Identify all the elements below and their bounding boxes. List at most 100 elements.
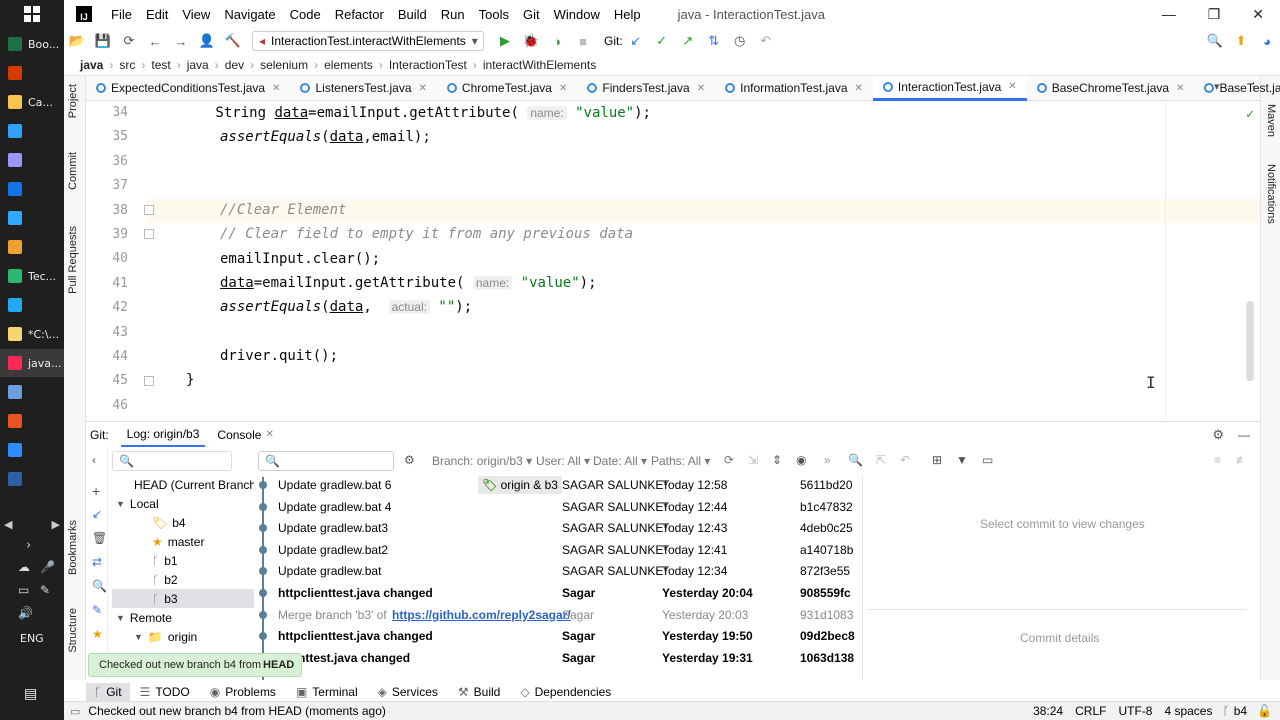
breadcrumb-item[interactable]: dev — [219, 58, 250, 72]
taskbar-app[interactable]: java... — [0, 349, 64, 377]
caret-position[interactable]: 38:24 — [1033, 704, 1063, 718]
menu-run[interactable]: Run — [434, 7, 472, 22]
tab-interactiontest[interactable]: InteractionTest.java ✕ — [872, 75, 1027, 101]
volume-icon[interactable]: 🔊 — [18, 606, 33, 620]
tab-basechrometest[interactable]: BaseChromeTest.java ✕ — [1027, 76, 1195, 101]
close-tab-icon[interactable]: ✕ — [559, 83, 567, 94]
tab-console[interactable]: Console — [217, 428, 261, 442]
tab-chrometest[interactable]: ChromeTest.java ✕ — [437, 76, 577, 101]
tool-tab-services[interactable]: ◈ Services — [368, 685, 448, 699]
chevron-right-icon[interactable]: › — [26, 538, 31, 553]
microphone-icon[interactable]: 🎤 — [40, 560, 55, 574]
tool-tab-problems[interactable]: ◉ Problems — [200, 685, 286, 699]
diff-icon[interactable]: ⇱ — [876, 453, 886, 467]
breadcrumb-item[interactable]: selenium — [254, 58, 314, 72]
tabs-dropdown-icon[interactable]: ▾ — [1214, 80, 1220, 93]
tool-tab-terminal[interactable]: ▣ Terminal — [286, 685, 368, 699]
taskbar-app[interactable]: Tec... — [0, 262, 64, 290]
commit-row[interactable]: httpclienttest.java changed Sagar Yesterda… — [256, 626, 866, 647]
history-icon[interactable]: ◷ — [727, 33, 753, 49]
open-folder-icon[interactable]: 📂 — [64, 33, 90, 49]
collapse-icon[interactable]: ⇕ — [772, 453, 782, 467]
commit-row[interactable]: Update gradlew.bat3 SAGAR SALUNKE* Today 1… — [256, 518, 866, 539]
revert-icon[interactable]: ↶ — [900, 453, 910, 467]
menu-code[interactable]: Code — [283, 7, 328, 22]
tab-expectedconditionstest[interactable]: ExpectedConditionsTest.java ✕ — [86, 76, 290, 101]
close-tab-icon[interactable]: ✕ — [1008, 81, 1016, 92]
taskbar-app[interactable]: *C:\... — [0, 320, 64, 348]
structure-tool-button[interactable]: Structure — [67, 608, 79, 653]
taskbar-app[interactable]: Boo... — [0, 30, 64, 58]
more-icon[interactable]: » — [824, 453, 831, 467]
breadcrumb-item[interactable]: interactWithElements — [477, 58, 602, 72]
taskbar-scroll[interactable]: ◀ ▶ — [0, 518, 64, 534]
taskbar-app[interactable] — [0, 59, 64, 87]
gear-icon[interactable]: ⚙ — [1212, 427, 1224, 443]
commit-tool-button[interactable]: Commit — [67, 152, 79, 190]
code-editor[interactable]: 34 35 36 37 38 39 40 41 42 43 44 45 46 ✓ String data… — [86, 101, 1260, 419]
line-separator[interactable]: CRLF — [1075, 704, 1106, 718]
commit-row[interactable]: Update gradlew.bat 4 SAGAR SALUNKE* Today … — [256, 497, 866, 518]
sync-icon[interactable]: ⟳ — [116, 33, 142, 49]
close-tab-icon[interactable]: ✕ — [1176, 83, 1184, 94]
group-icon[interactable]: ⊞ — [932, 453, 942, 467]
notifications-tool-button[interactable]: Notifications — [1265, 164, 1277, 224]
commit-row[interactable]: Merge branch 'b3' of https://github.com/… — [256, 605, 866, 626]
taskbar-app[interactable] — [0, 407, 64, 435]
user-icon[interactable]: 👤 — [194, 33, 220, 49]
tab-log[interactable]: Log: origin/b3 — [120, 423, 206, 447]
tab-listenerstest[interactable]: ListenersTest.java ✕ — [290, 76, 436, 101]
chevron-right-icon[interactable]: ▶ — [52, 518, 60, 534]
commit-row[interactable]: Update gradlew.bat 6 🏷 origin & b3 SAGAR S… — [256, 475, 866, 496]
lock-icon[interactable]: 🔓 — [1257, 704, 1272, 718]
menu-edit[interactable]: Edit — [139, 7, 175, 22]
indent-setting[interactable]: 4 spaces — [1164, 704, 1212, 718]
maven-tool-button[interactable]: Maven — [1265, 104, 1277, 137]
commit-row[interactable]: Update gradlew.bat SAGAR SALUNKE* Today 12… — [256, 561, 866, 582]
commit-row[interactable]: httpclienttest.java changed Sagar Yesterda… — [256, 583, 866, 604]
close-tab-icon[interactable]: ✕ — [419, 83, 427, 94]
pull-requests-tool-button[interactable]: Pull Requests — [67, 226, 79, 294]
branch-checkout-toast[interactable]: Checked out new branch b4 from HEAD — [88, 653, 302, 677]
menu-view[interactable]: View — [175, 7, 217, 22]
run-icon[interactable]: ▶ — [492, 33, 518, 49]
project-tool-button[interactable]: Project — [67, 84, 79, 118]
cloud-icon[interactable]: ☁ — [18, 560, 30, 574]
editor-scrollbar[interactable] — [1246, 301, 1254, 381]
chevron-left-icon[interactable]: ‹ — [92, 453, 96, 467]
commit-row[interactable]: Update gradlew.bat2 SAGAR SALUNKE* Today 1… — [256, 540, 866, 561]
inspection-ok-icon[interactable]: ✓ — [1246, 107, 1254, 122]
rollback-icon[interactable]: ↶ — [753, 33, 779, 49]
jetbrains-icon[interactable]: ◕ — [1254, 34, 1280, 49]
close-icon[interactable]: ✕ — [1252, 6, 1264, 23]
cherry-pick-icon[interactable]: ⇲ — [748, 453, 758, 467]
status-message[interactable]: Checked out new branch b4 from HEAD (mom… — [88, 704, 385, 718]
fold-icon[interactable] — [144, 205, 154, 215]
network-icon[interactable]: ▭ — [18, 583, 29, 597]
minimize-icon[interactable]: — — [1162, 6, 1176, 23]
breadcrumb-item[interactable]: elements — [318, 58, 379, 72]
user-filter[interactable]: User: All ▾ — [536, 454, 590, 468]
maximize-icon[interactable]: ❐ — [1208, 6, 1221, 23]
menu-tools[interactable]: Tools — [472, 7, 516, 22]
git-update-icon[interactable]: ↙ — [623, 33, 649, 49]
breadcrumb-item[interactable]: src — [113, 58, 141, 72]
git-fetch-icon[interactable]: ⇅ — [701, 33, 727, 49]
layout-icon[interactable]: ▭ — [982, 453, 993, 467]
tab-informationtest[interactable]: InformationTest.java ✕ — [715, 76, 873, 101]
build-hammer-icon[interactable]: 🔨 — [220, 33, 246, 49]
menu-help[interactable]: Help — [607, 7, 648, 22]
close-tab-icon[interactable]: ✕ — [272, 83, 280, 94]
pen-icon[interactable]: ✎ — [40, 583, 50, 597]
taskbar-app[interactable] — [0, 465, 64, 493]
close-tab-icon[interactable]: ✕ — [697, 83, 705, 94]
tab-basetest[interactable]: BaseTest.java✕ — [1194, 76, 1280, 101]
stop-icon[interactable]: ■ — [570, 34, 596, 49]
tool-tab-build[interactable]: ⚒ Build — [448, 685, 510, 699]
taskbar-app[interactable] — [0, 117, 64, 145]
taskbar-app[interactable] — [0, 175, 64, 203]
back-icon[interactable]: ← — [142, 34, 168, 49]
git-push-icon[interactable]: ↗ — [675, 33, 701, 49]
git-commit-icon[interactable]: ✓ — [649, 33, 675, 49]
tool-tab-dependencies[interactable]: ◇ Dependencies — [510, 685, 621, 699]
